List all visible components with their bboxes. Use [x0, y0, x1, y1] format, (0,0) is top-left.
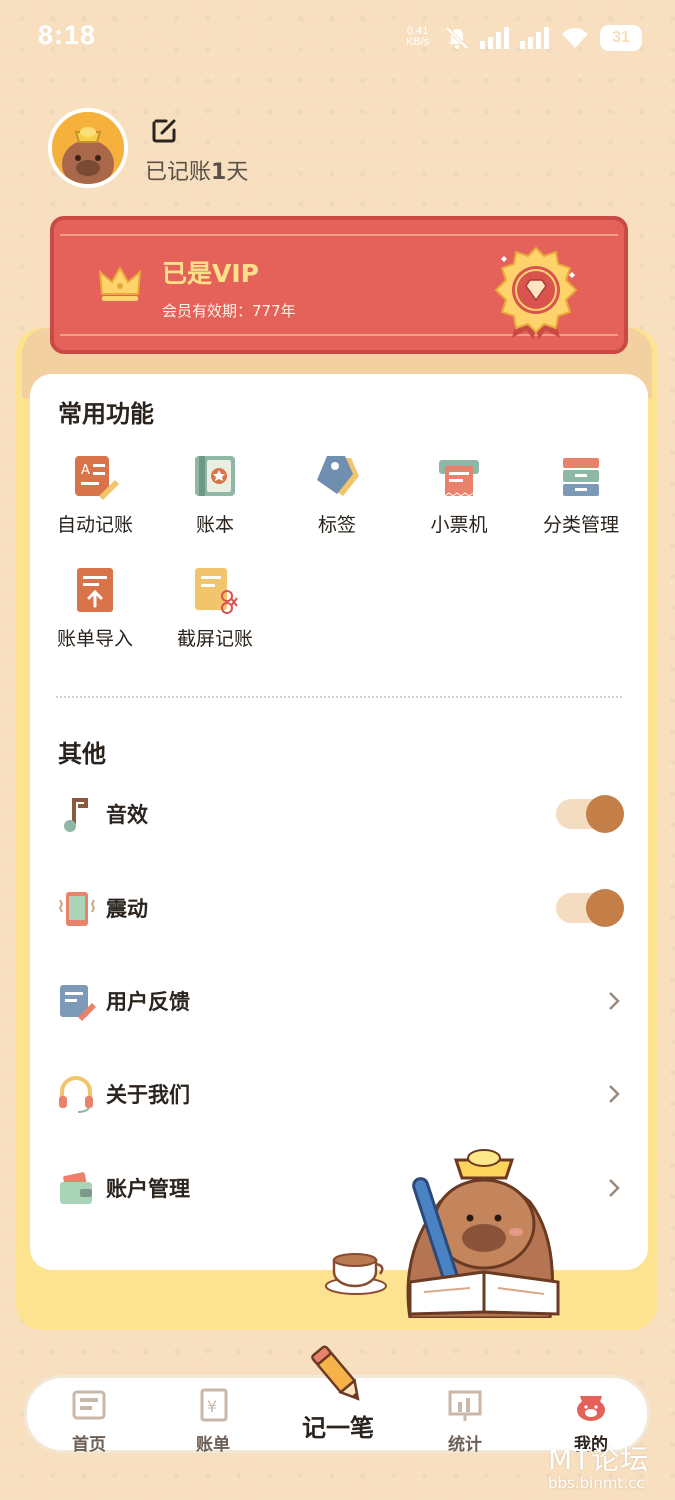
- status-icons: 31: [444, 24, 642, 52]
- watermark-title: MT论坛: [548, 1443, 650, 1476]
- capybara-reading-illustration: [406, 1149, 560, 1318]
- net-speed-unit: KB/s: [406, 36, 430, 48]
- tag-icon: [317, 456, 359, 496]
- section-title-common: 常用功能: [58, 400, 154, 428]
- row-label: 震动: [106, 897, 148, 921]
- vip-banner[interactable]: 已是VIP 会员有效期：777年: [50, 216, 628, 354]
- func-category-management[interactable]: 分类管理: [526, 452, 636, 537]
- ledger-icon: [195, 456, 235, 496]
- capybara-avatar-icon: [52, 112, 124, 184]
- nav-label: 记一笔: [302, 1414, 374, 1442]
- chevron-right-icon: [609, 1085, 620, 1103]
- svg-text:A: A: [81, 463, 90, 478]
- crown-icon: [98, 265, 142, 301]
- vip-title: 已是VIP: [162, 259, 259, 288]
- func-label: 小票机: [430, 514, 488, 536]
- headset-icon: [59, 1076, 93, 1113]
- section-title-other: 其他: [58, 740, 106, 768]
- coffee-cup-icon: [325, 1253, 387, 1295]
- bill-icon: ¥: [200, 1388, 228, 1422]
- bill-import-icon: [77, 568, 113, 612]
- watermark-url: bbs.binmt.cc: [548, 1474, 645, 1492]
- days-prefix: 已记账: [145, 160, 212, 185]
- nav-bills[interactable]: ¥ 账单: [173, 1378, 253, 1456]
- row-label: 关于我们: [106, 1083, 190, 1107]
- signal-1-icon: [480, 27, 509, 49]
- row-sound-effect[interactable]: 音效: [56, 786, 624, 842]
- func-ledger[interactable]: 账本: [160, 452, 270, 537]
- vibration-phone-icon: [58, 892, 96, 926]
- category-drawer-icon: [563, 458, 599, 496]
- pencil-icon: [311, 1345, 360, 1401]
- section-divider: [56, 696, 622, 698]
- nav-label: 账单: [196, 1435, 230, 1455]
- edit-profile-icon[interactable]: [150, 117, 178, 145]
- chevron-right-icon: [609, 992, 620, 1010]
- row-label: 音效: [106, 803, 148, 827]
- status-bar: 8:18 0.41 KB/s 31: [0, 0, 675, 76]
- row-about-us[interactable]: 关于我们: [56, 1066, 624, 1122]
- toggle-knob: [586, 795, 624, 833]
- nav-label: 统计: [448, 1435, 482, 1455]
- func-tags[interactable]: 标签: [282, 452, 392, 537]
- watermark: MT论坛 bbs.binmt.cc: [548, 1438, 649, 1492]
- diamond-badge-icon: [494, 246, 578, 340]
- vip-expiry: 会员有效期：777年: [162, 302, 296, 320]
- screenshot-bookkeeping-icon: [195, 568, 238, 614]
- signal-2-icon: [520, 27, 549, 49]
- music-note-icon: [64, 798, 88, 832]
- nav-statistics[interactable]: 统计: [425, 1378, 505, 1456]
- avatar[interactable]: [48, 108, 128, 188]
- status-time: 8:18: [38, 20, 97, 50]
- capybara-profile-icon: [577, 1396, 605, 1421]
- auto-bookkeeping-icon: A: [75, 456, 119, 500]
- receipt-printer-icon: [439, 460, 479, 497]
- row-label: 用户反馈: [106, 990, 190, 1014]
- func-label: 标签: [317, 514, 356, 536]
- func-screenshot-bookkeeping[interactable]: 截屏记账: [160, 566, 270, 651]
- func-bill-import[interactable]: 账单导入: [40, 566, 150, 651]
- func-receipt-printer[interactable]: 小票机: [404, 452, 514, 537]
- network-speed: 0.41 KB/s: [406, 26, 429, 48]
- row-vibration[interactable]: 震动: [56, 880, 624, 936]
- nav-add-record[interactable]: 记一笔: [260, 1340, 416, 1450]
- battery-indicator: 31: [600, 25, 642, 51]
- bookkeeping-days: 已记账1天: [145, 154, 248, 186]
- func-label: 账本: [195, 514, 234, 536]
- func-label: 截屏记账: [176, 628, 253, 650]
- row-user-feedback[interactable]: 用户反馈: [56, 973, 624, 1029]
- svg-text:¥: ¥: [207, 1397, 217, 1416]
- vibration-toggle[interactable]: [556, 889, 624, 927]
- home-icon: [72, 1390, 106, 1420]
- wifi-icon: [562, 28, 588, 48]
- func-label: 账单导入: [56, 628, 133, 650]
- sound-effect-toggle[interactable]: [556, 795, 624, 833]
- feedback-note-icon: [60, 985, 96, 1021]
- mute-bell-icon: [445, 26, 469, 50]
- days-suffix: 天: [226, 160, 249, 185]
- nav-home[interactable]: 首页: [49, 1378, 129, 1456]
- toggle-knob: [586, 889, 624, 927]
- func-label: 自动记账: [56, 514, 133, 536]
- days-count: 1: [211, 160, 227, 185]
- nav-label: 首页: [72, 1435, 106, 1455]
- chevron-right-icon: [609, 1179, 620, 1197]
- func-auto-bookkeeping[interactable]: A 自动记账: [40, 452, 150, 537]
- wallet-icon: [60, 1172, 92, 1204]
- chart-icon: [448, 1390, 482, 1421]
- func-label: 分类管理: [542, 514, 619, 536]
